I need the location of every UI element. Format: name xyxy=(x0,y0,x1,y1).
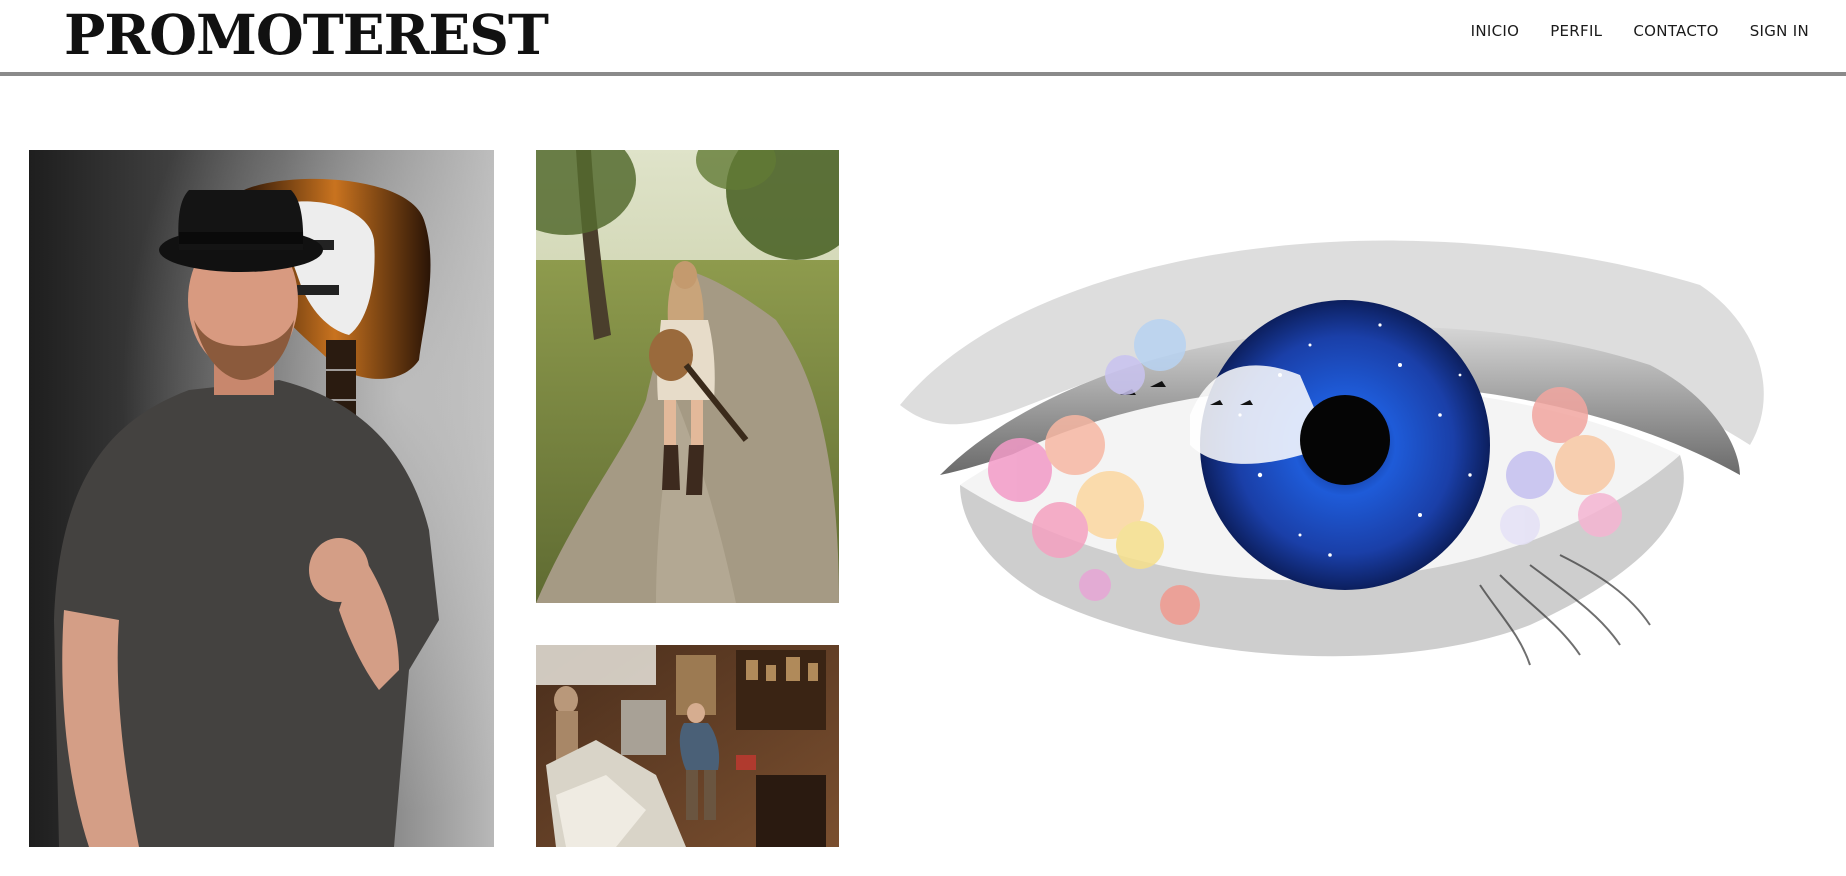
main-nav: INICIO PERFIL CONTACTO SIGN IN xyxy=(1471,22,1809,40)
woman-with-guitar-on-path-photo xyxy=(536,150,839,603)
site-header: PROMOTEREST INICIO PERFIL CONTACTO SIGN … xyxy=(0,0,1846,74)
galaxy-eye-watercolor-illustration xyxy=(900,240,1764,666)
nav-sign-in-link[interactable]: SIGN IN xyxy=(1750,22,1809,40)
sculptor-workshop-photo xyxy=(536,645,839,847)
nav-perfil-link[interactable]: PERFIL xyxy=(1550,22,1602,40)
header-divider xyxy=(0,72,1846,76)
man-with-guitar-photo xyxy=(29,150,494,847)
nav-contacto-link[interactable]: CONTACTO xyxy=(1633,22,1718,40)
site-logo[interactable]: PROMOTEREST xyxy=(64,2,549,68)
gallery-image-galaxy-eye[interactable] xyxy=(880,215,1810,760)
nav-inicio-link[interactable]: INICIO xyxy=(1471,22,1520,40)
gallery-image-woman-with-guitar[interactable] xyxy=(536,150,839,603)
gallery-image-sculptor-workshop[interactable] xyxy=(536,645,839,847)
gallery-image-man-with-guitar[interactable] xyxy=(29,150,494,847)
